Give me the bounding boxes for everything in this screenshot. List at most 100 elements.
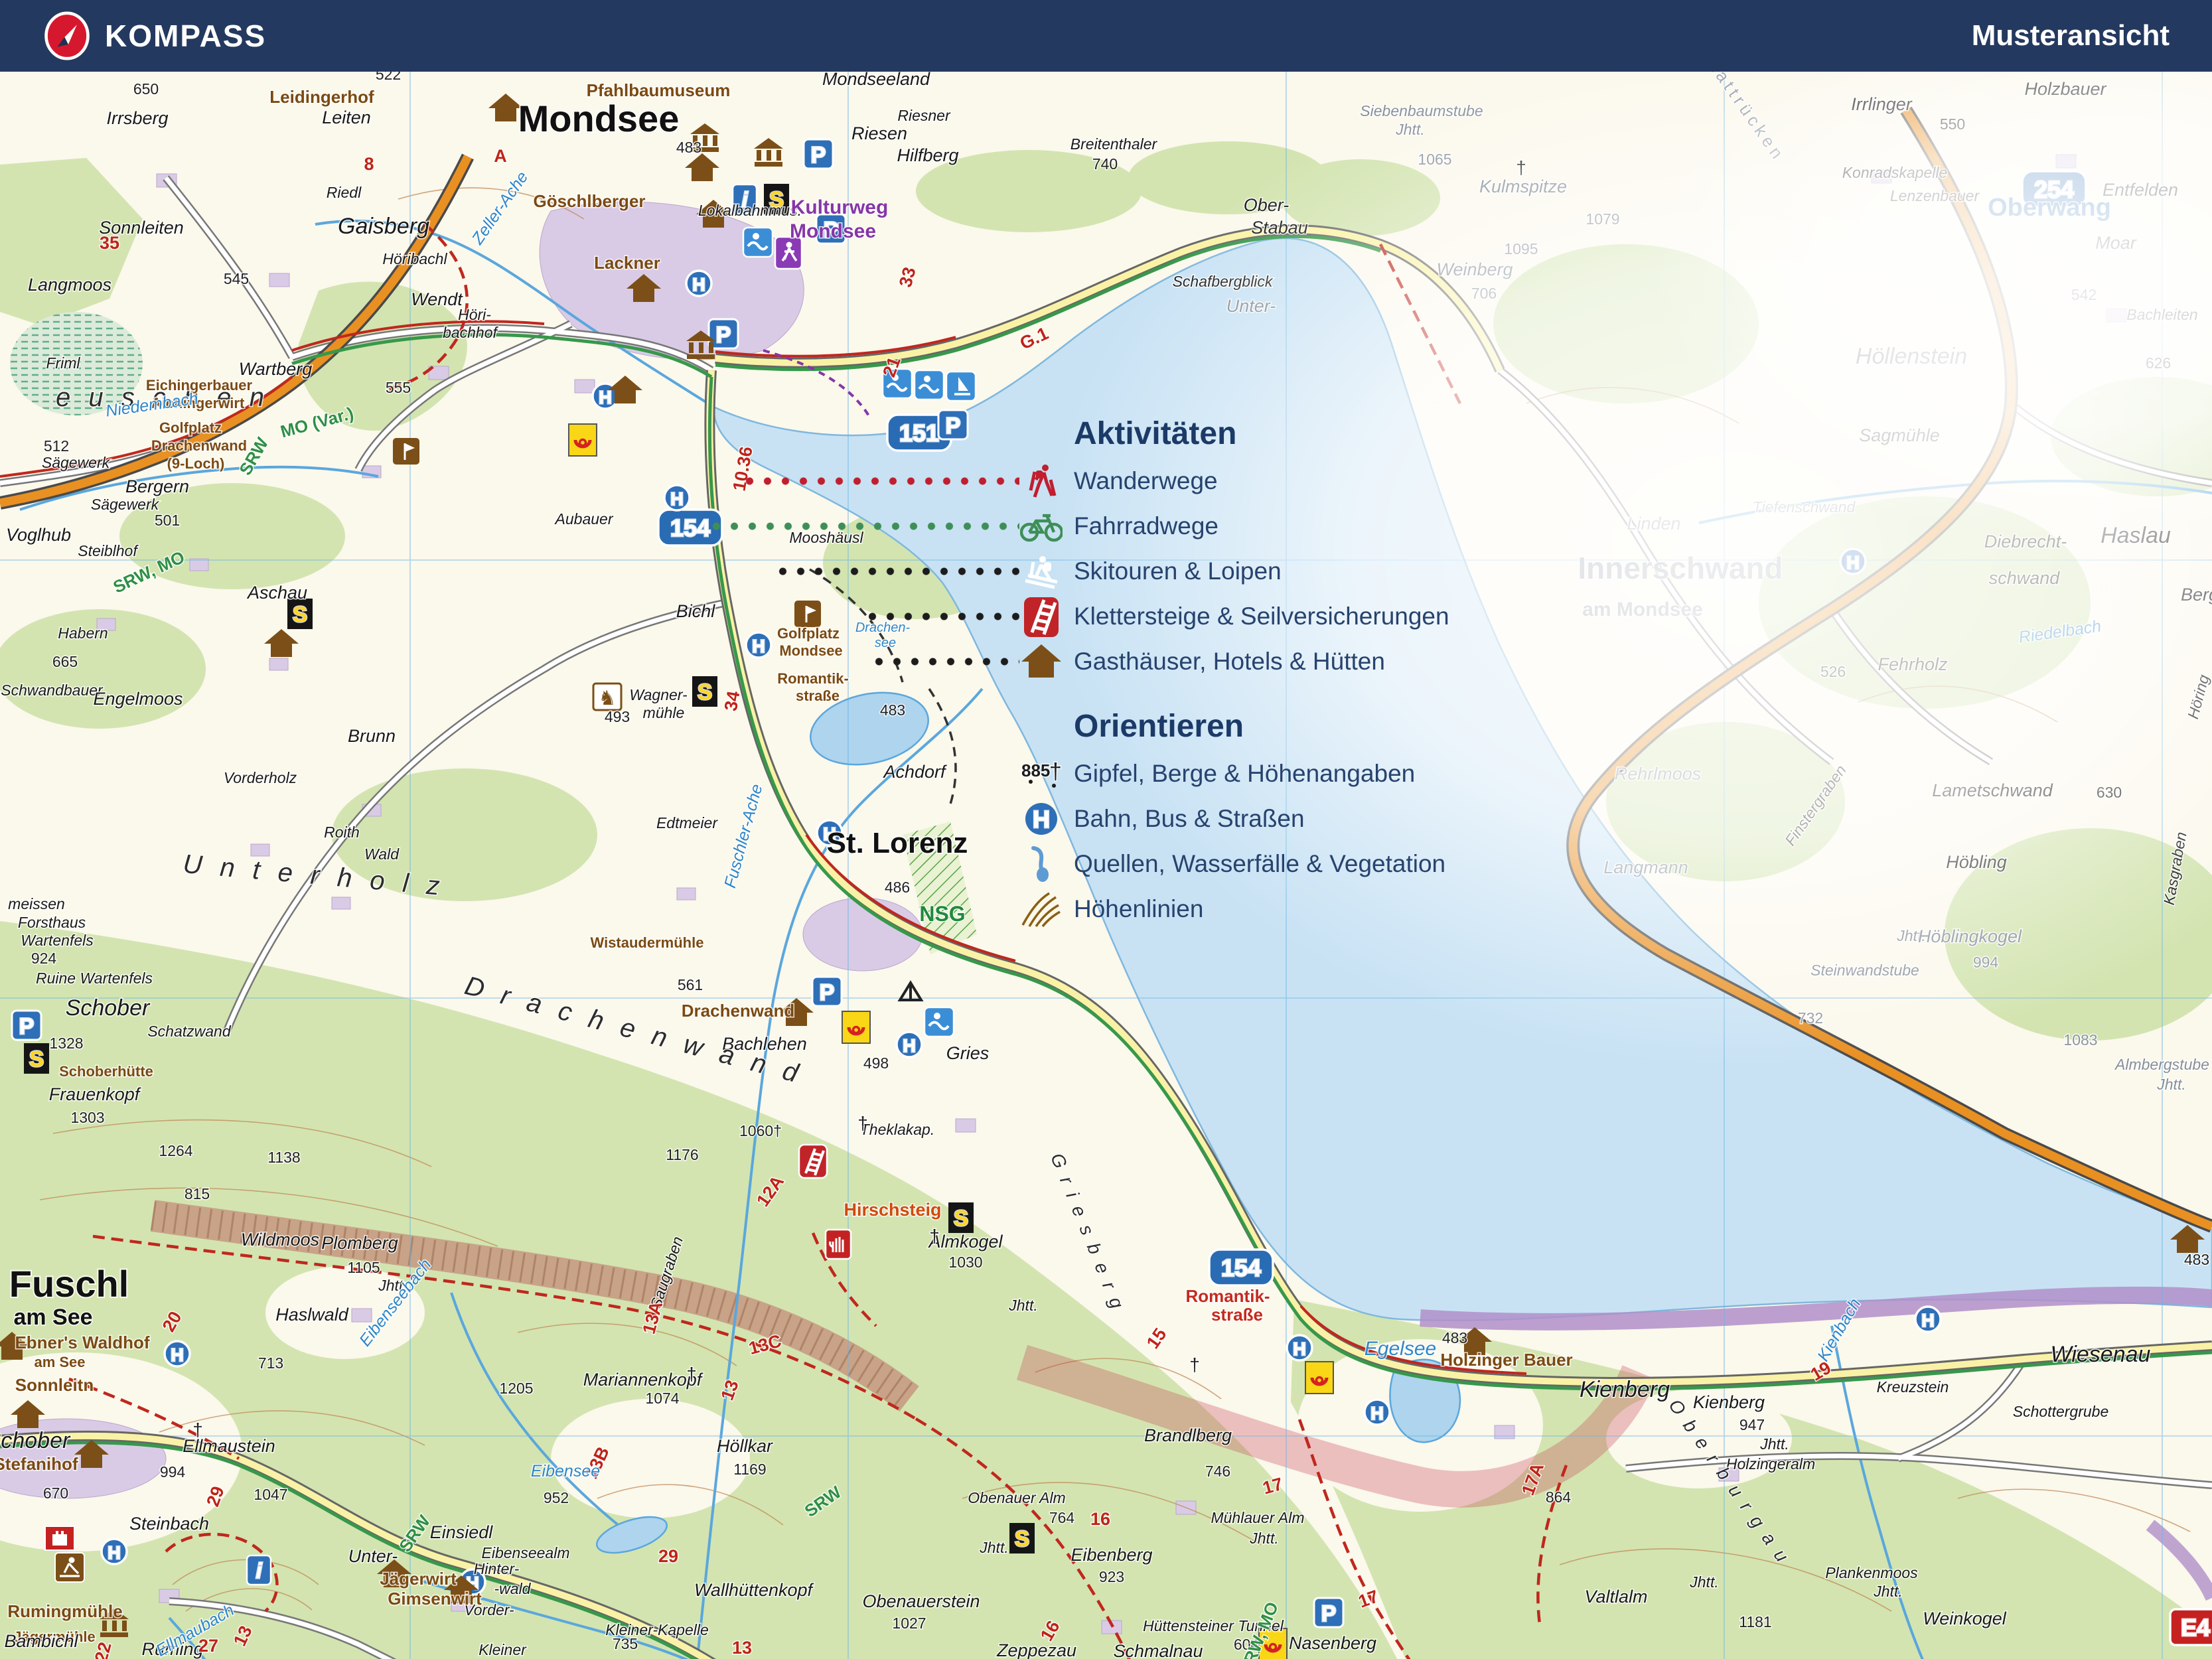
map-label: 8 bbox=[364, 154, 374, 174]
bus-icon bbox=[686, 271, 711, 296]
map-label: Hirschsteig bbox=[844, 1200, 941, 1220]
map-label: Mondseeland bbox=[822, 72, 930, 89]
map-label: Fuschl bbox=[9, 1263, 129, 1305]
map-label: 555 bbox=[386, 379, 411, 396]
map-label: 650 bbox=[133, 80, 159, 98]
map-label: Jhtt. bbox=[979, 1539, 1008, 1556]
bus-icon bbox=[664, 485, 690, 510]
map-label: Göschlberger bbox=[533, 191, 645, 211]
map-label: Golfplatz bbox=[777, 625, 840, 642]
map-label: Kienberg bbox=[1580, 1377, 1670, 1402]
map-label: † bbox=[857, 1113, 868, 1133]
kompass-logo: KOMPASS bbox=[42, 11, 266, 60]
map-label: straße bbox=[796, 687, 840, 704]
swim-icon bbox=[915, 370, 944, 399]
map-label: Romantik- bbox=[777, 670, 849, 687]
ladder-icon bbox=[799, 1145, 827, 1178]
map-label: see bbox=[875, 636, 896, 650]
map-label: Eibensee bbox=[531, 1462, 600, 1480]
map-label: 740 bbox=[1092, 155, 1118, 173]
map-label: Irrsberg bbox=[106, 108, 168, 128]
map-label: Schober bbox=[0, 1428, 71, 1453]
map-label: am See bbox=[34, 1354, 85, 1370]
map-label: Jhtt. bbox=[1689, 1573, 1718, 1591]
map-label: Frauenkopf bbox=[49, 1084, 141, 1104]
compass-icon bbox=[42, 11, 92, 60]
map-label: Drachen- bbox=[855, 620, 911, 635]
map-label: Aschau bbox=[246, 583, 307, 603]
map-label: Wartberg bbox=[239, 359, 313, 379]
map-label: 1083 bbox=[2063, 1031, 2097, 1048]
map-label: Riedl bbox=[327, 184, 362, 201]
horn-icon bbox=[1305, 1362, 1333, 1394]
map-label: Mondsee bbox=[790, 220, 876, 242]
map-label: Roith bbox=[324, 824, 360, 841]
map-label: NSG bbox=[919, 902, 965, 926]
map-label: 13 bbox=[732, 1638, 752, 1658]
map-label: St. Lorenz bbox=[827, 827, 968, 859]
map-label: Ebner's Waldhof bbox=[15, 1333, 149, 1352]
svg-text:154: 154 bbox=[1221, 1254, 1261, 1281]
map-canvas[interactable]: P H S i ♞ bbox=[0, 72, 2212, 1659]
map-label: 947 bbox=[1739, 1416, 1765, 1433]
map-label: † bbox=[1189, 1354, 1200, 1375]
svg-text:154: 154 bbox=[670, 514, 710, 541]
map-label: Wildmoos bbox=[241, 1230, 319, 1250]
brand-name: KOMPASS bbox=[105, 18, 266, 54]
map-label: 1105 bbox=[347, 1259, 380, 1276]
golf-icon bbox=[794, 601, 821, 627]
map-label: straße bbox=[1211, 1305, 1263, 1325]
horn-icon bbox=[569, 424, 597, 456]
bus-icon bbox=[1915, 1307, 1941, 1332]
map-label: Mühlauer Alm bbox=[1211, 1509, 1304, 1526]
map-label: Mooshäusl bbox=[789, 529, 863, 546]
bus-icon bbox=[1287, 1335, 1312, 1360]
map-label: 483 bbox=[1442, 1329, 1467, 1346]
road-shield-E4: E4 bbox=[2170, 1609, 2212, 1645]
map-label: Kleiner bbox=[479, 1641, 527, 1658]
map-label: Brunn bbox=[348, 726, 396, 746]
map-label: Hilfberg bbox=[897, 145, 958, 165]
map-label: -wald bbox=[494, 1580, 532, 1597]
map-label: (9-Loch) bbox=[167, 455, 225, 472]
map-label: 1176 bbox=[666, 1146, 698, 1163]
map-label: 512 bbox=[44, 437, 69, 455]
bus-icon bbox=[1364, 1400, 1390, 1425]
map-label: 735 bbox=[613, 1635, 638, 1652]
map-label: Gaisberg bbox=[338, 214, 429, 239]
map-label: Kreuzstein bbox=[1877, 1378, 1949, 1396]
map-label: Schmalnau bbox=[1113, 1641, 1203, 1659]
map-label: Achdorf bbox=[882, 762, 947, 782]
map-label: mühle bbox=[643, 704, 685, 721]
map-label: Schatzwand bbox=[147, 1023, 232, 1040]
map-label: 764 bbox=[1049, 1509, 1075, 1526]
map-label: Lokalbahnmus. bbox=[698, 202, 802, 219]
map-label: 493 bbox=[605, 708, 630, 725]
parking-icon bbox=[938, 410, 968, 439]
map-label: Engelmoos bbox=[93, 689, 183, 709]
map-label: 27 bbox=[198, 1636, 218, 1656]
map-label: 1027 bbox=[892, 1615, 926, 1632]
map-label: 498 bbox=[863, 1054, 889, 1072]
map-label: 486 bbox=[885, 879, 910, 896]
map-label: 746 bbox=[1205, 1463, 1230, 1480]
map-label: 1138 bbox=[267, 1149, 300, 1166]
skier-icon bbox=[55, 1553, 84, 1582]
map-label: Wagner- bbox=[629, 686, 688, 703]
map-label: Langmoos bbox=[28, 275, 111, 295]
map-label: Plomberg bbox=[321, 1233, 398, 1253]
hand-icon bbox=[826, 1230, 851, 1259]
map-label: Friml bbox=[46, 354, 80, 372]
map-label: 1030 bbox=[948, 1254, 982, 1271]
map-label: bachhof bbox=[443, 324, 498, 341]
horn-icon bbox=[842, 1011, 870, 1043]
map-label: Jägerwirt bbox=[380, 1569, 457, 1589]
map-label: Steiblhof bbox=[78, 542, 139, 559]
map-label: Gries bbox=[946, 1043, 990, 1063]
map-label: 670 bbox=[43, 1484, 68, 1502]
map-label: Jhtt. bbox=[1873, 1583, 1902, 1600]
golf-icon bbox=[393, 438, 419, 465]
map-label: Kienberg bbox=[1693, 1392, 1765, 1412]
map-label: Plankenmoos bbox=[1825, 1564, 1918, 1581]
page-title: Musteransicht bbox=[1972, 19, 2170, 52]
